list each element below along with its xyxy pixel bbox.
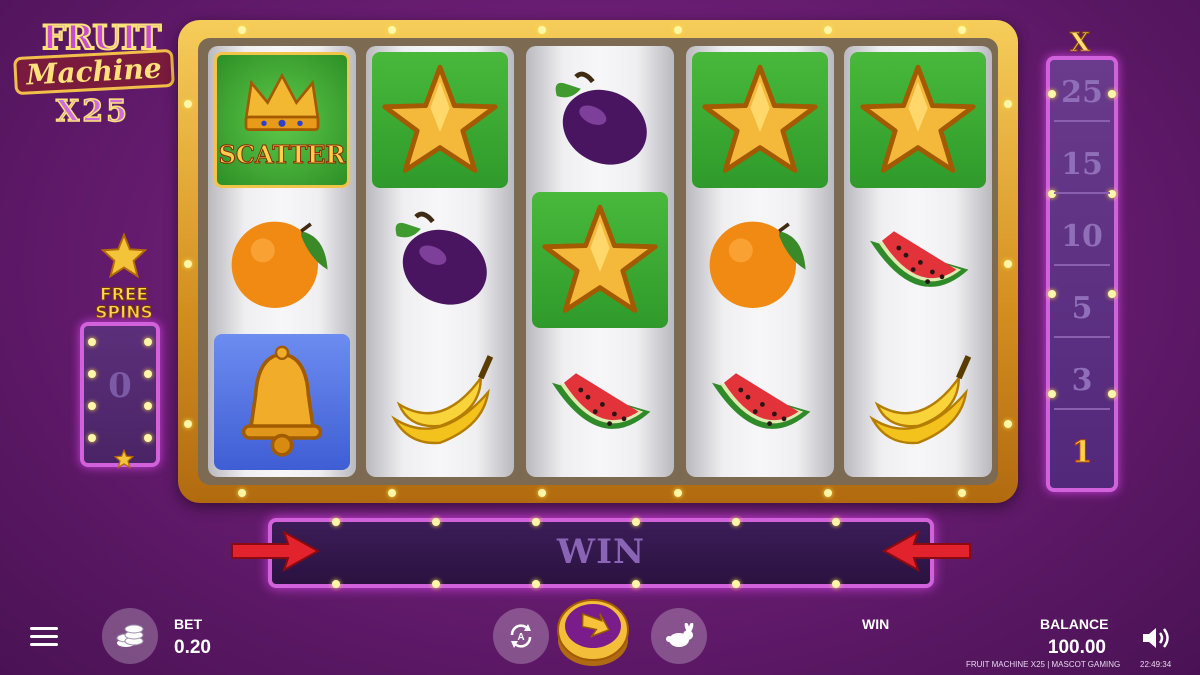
- win-bar-label: WIN: [556, 532, 646, 572]
- arrow-right-icon: [231, 530, 321, 572]
- symbol-bell: [214, 334, 350, 470]
- symbol-banana: [372, 334, 508, 470]
- free-spins-label-line2: SPINS: [95, 303, 154, 323]
- symbol-banana: [850, 334, 986, 470]
- free-spins-label-line1: FREE: [100, 285, 149, 305]
- logo-line-machine: Machine: [13, 48, 175, 96]
- symbol-star: [372, 52, 508, 188]
- star-icon: [858, 60, 978, 180]
- symbol-watermelon: [850, 192, 986, 328]
- bell-icon: [222, 342, 342, 462]
- logo-line-x25: X25: [55, 93, 131, 130]
- win-label: WIN: [862, 616, 890, 632]
- reel-5: [844, 46, 992, 477]
- autoplay-icon: A: [510, 624, 532, 648]
- multiplier-level-1-active: 1: [1071, 435, 1093, 471]
- bet-coins-button[interactable]: [102, 608, 158, 664]
- balance-value: 100.00: [1047, 637, 1106, 658]
- symbol-plum: [532, 52, 668, 188]
- autoplay-button[interactable]: A: [493, 608, 549, 664]
- free-spins-label: FREE SPINS: [84, 285, 164, 323]
- reel-3: [526, 46, 674, 477]
- multiplier-level-10: 10: [1054, 208, 1110, 266]
- svg-text:A: A: [517, 632, 524, 643]
- arrow-left-icon: [881, 530, 971, 572]
- multiplier-level-25: 25: [1054, 64, 1110, 122]
- reel-4: [686, 46, 834, 477]
- multiplier-level-5: 5: [1054, 280, 1110, 338]
- watermelon-icon: [858, 200, 978, 320]
- symbol-star: [850, 52, 986, 188]
- star-icon: [540, 200, 660, 320]
- multiplier-level-15: 15: [1054, 136, 1110, 194]
- symbol-scatter: SCATTER: [214, 52, 350, 188]
- free-spins-star-icon: [100, 232, 148, 279]
- orange-icon: [222, 200, 342, 320]
- free-spins-count: 0: [108, 366, 132, 406]
- watermelon-icon: [700, 342, 820, 462]
- symbol-orange: [214, 192, 350, 328]
- symbol-watermelon: [692, 334, 828, 470]
- game-logo: FRUIT Machine X25: [4, 17, 179, 130]
- turbo-button[interactable]: [651, 608, 707, 664]
- free-spins-mini-star-icon: [114, 449, 134, 469]
- multiplier-level-3: 3: [1054, 352, 1110, 410]
- bet-value: 0.20: [174, 637, 211, 658]
- reel-2: [366, 46, 514, 477]
- clock: 22:49:34: [1140, 660, 1172, 669]
- symbol-star: [532, 192, 668, 328]
- banana-icon: [380, 342, 500, 462]
- star-icon: [380, 60, 500, 180]
- sound-icon[interactable]: [1140, 624, 1172, 652]
- orange-icon: [700, 200, 820, 320]
- banana-icon: [858, 342, 978, 462]
- scatter-label: SCATTER: [218, 140, 346, 170]
- game-footer: FRUIT MACHINE X25 | MASCOT GAMING: [966, 660, 1121, 669]
- symbol-watermelon: [532, 334, 668, 470]
- symbol-star: [692, 52, 828, 188]
- watermelon-icon: [540, 342, 660, 462]
- plum-icon: [380, 200, 500, 320]
- rabbit-icon: [666, 623, 694, 647]
- coins-icon: [116, 624, 144, 647]
- symbol-plum: [372, 192, 508, 328]
- bet-label: BET: [174, 616, 202, 632]
- symbol-orange: [692, 192, 828, 328]
- spin-button[interactable]: [556, 590, 630, 670]
- plum-icon: [540, 60, 660, 180]
- balance-label: BALANCE: [1040, 616, 1109, 632]
- menu-icon[interactable]: [30, 627, 58, 649]
- reel-1: SCATTER: [208, 46, 356, 477]
- star-icon: [700, 60, 820, 180]
- multiplier-header: X: [1069, 28, 1091, 59]
